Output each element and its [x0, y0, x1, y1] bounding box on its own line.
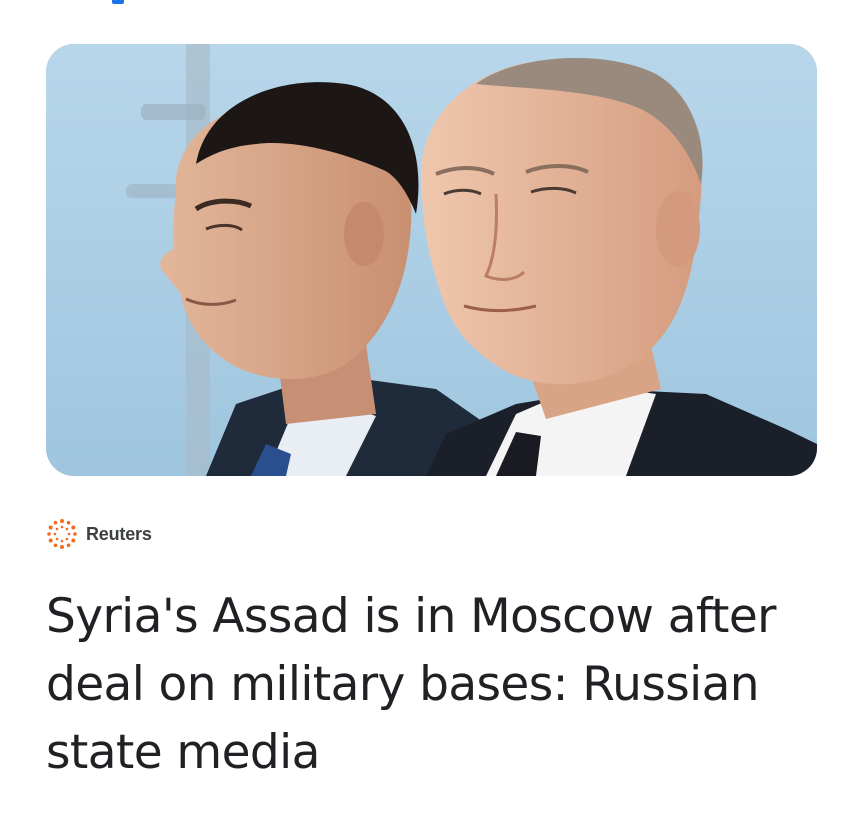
scroll-indicator	[112, 0, 124, 4]
article-headline[interactable]: Syria's Assad is in Moscow after deal on…	[46, 583, 836, 787]
article-image[interactable]	[46, 44, 817, 476]
source-name: Reuters	[86, 523, 152, 544]
reuters-logo-icon	[47, 519, 77, 549]
article-source[interactable]: Reuters	[46, 517, 152, 551]
news-article-card[interactable]: Reuters Syria's Assad is in Moscow after…	[0, 0, 864, 813]
